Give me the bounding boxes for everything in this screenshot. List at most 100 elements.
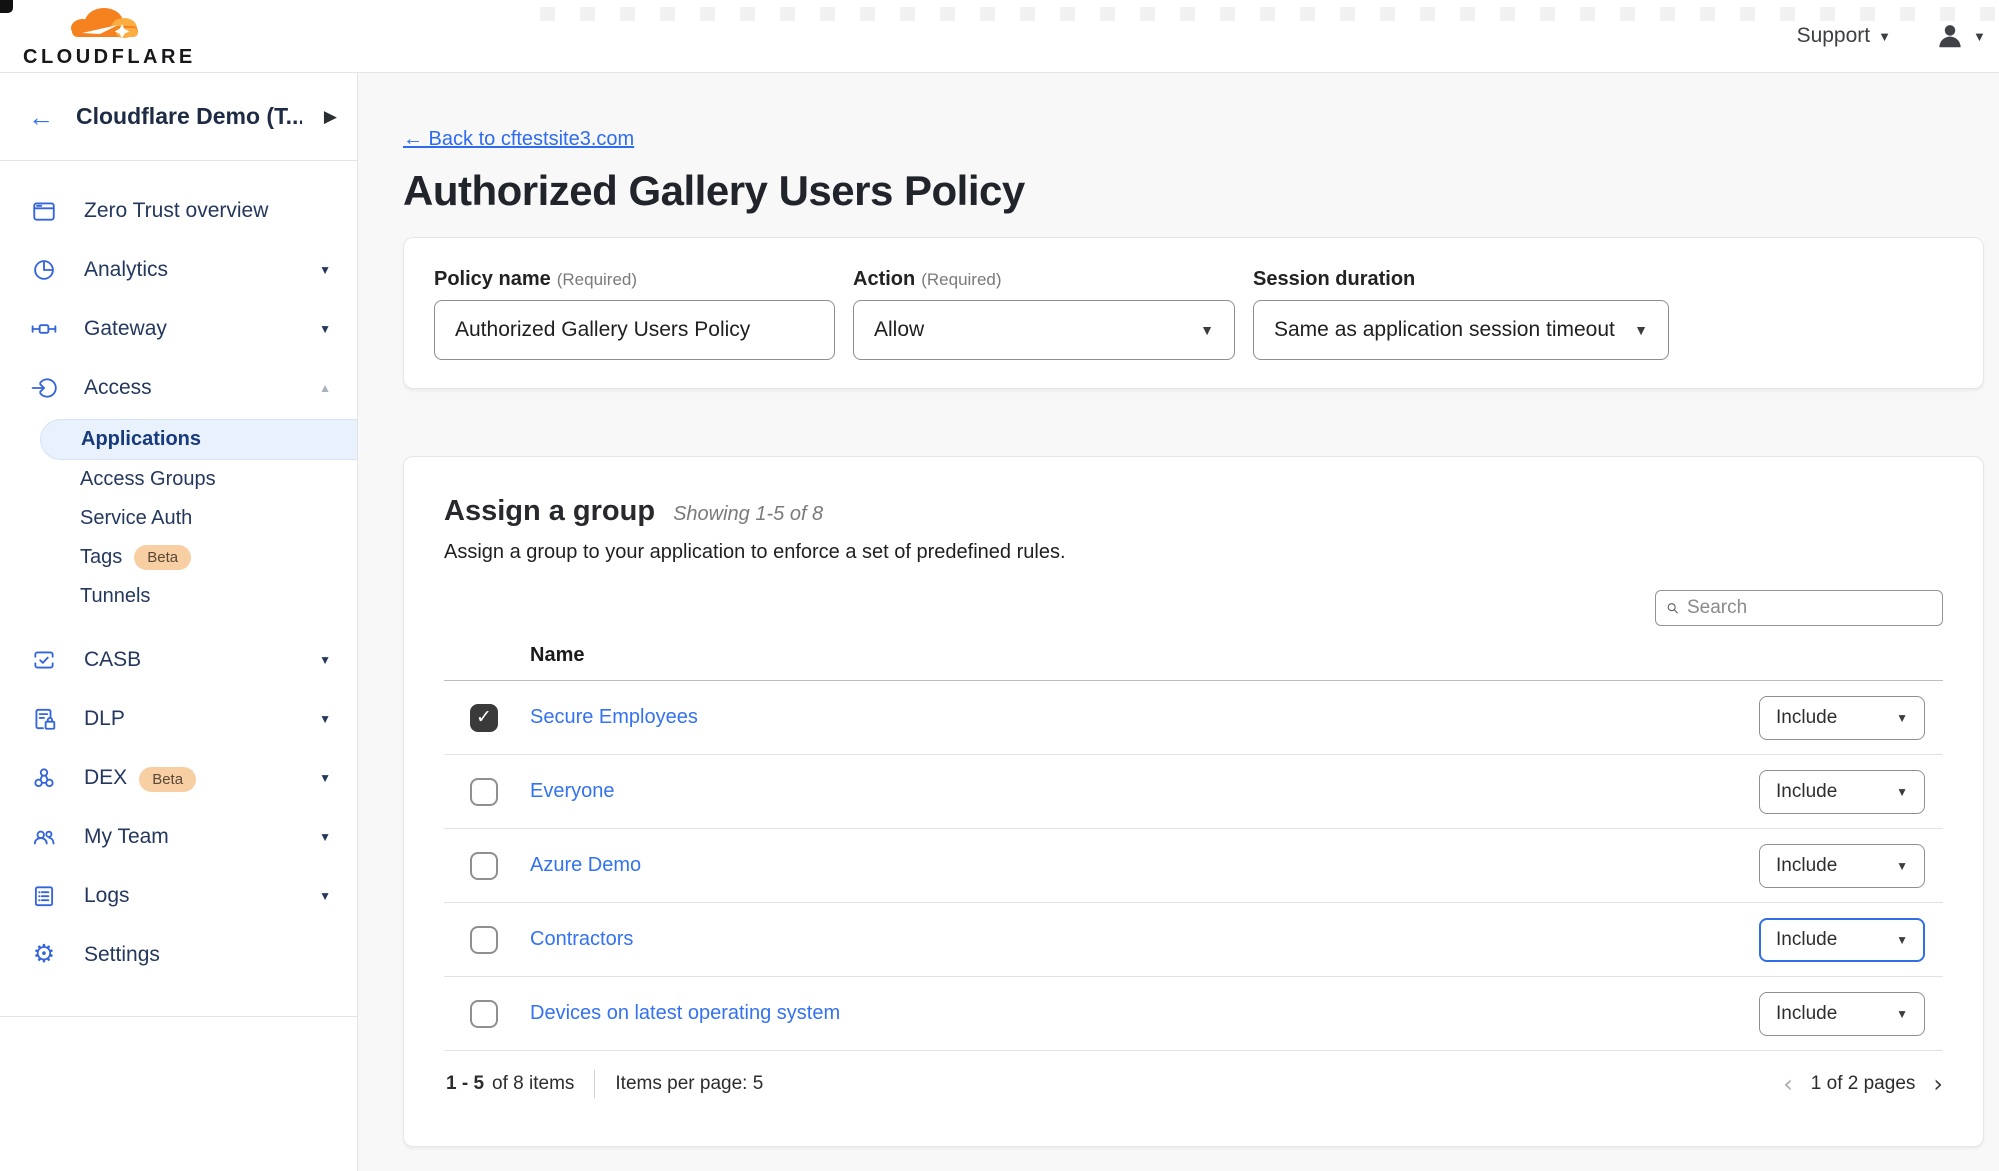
sidebar-item-my-team[interactable]: My Team ▼ <box>0 807 357 866</box>
sidebar: ← Cloudflare Demo (T... ▶ Zero Trust ove… <box>0 73 358 1171</box>
include-select-value: Include <box>1776 1003 1837 1025</box>
group-description: Assign a group to your application to en… <box>444 541 1943 564</box>
cloudflare-logo: CLOUDFLARE <box>23 5 196 67</box>
include-select[interactable]: Include ▼ <box>1759 918 1925 962</box>
chevron-down-icon: ▼ <box>319 653 331 667</box>
action-select-value: Allow <box>874 318 924 342</box>
sidebar-item-label: Tags <box>80 546 122 569</box>
row-checkbox[interactable]: ✓ <box>470 704 498 732</box>
session-duration-select[interactable]: Same as application session timeout ▼ <box>1253 300 1669 360</box>
chevron-down-icon: ▼ <box>1896 859 1908 873</box>
sidebar-item-access-groups[interactable]: Access Groups <box>0 460 357 499</box>
sidebar-item-dlp[interactable]: DLP ▼ <box>0 689 357 748</box>
sidebar-item-gateway[interactable]: Gateway ▼ <box>0 299 357 358</box>
action-select[interactable]: Allow ▼ <box>853 300 1235 360</box>
sidebar-item-label: CASB <box>84 648 293 672</box>
chevron-right-icon[interactable]: ▶ <box>324 107 337 127</box>
access-sub-menu: Applications Access Groups Service Auth … <box>0 419 357 616</box>
back-arrow-icon[interactable]: ← <box>28 104 54 130</box>
chevron-down-icon: ▼ <box>319 830 331 844</box>
table-row: ✓ Azure Demo Include ▼ <box>444 829 1943 903</box>
support-label: Support <box>1797 24 1871 48</box>
group-name-link[interactable]: Contractors <box>530 928 633 951</box>
analytics-pie-icon <box>30 256 58 284</box>
sidebar-item-tags[interactable]: Tags Beta <box>0 538 357 577</box>
policy-form-card: Policy name(Required) Action(Required) A… <box>403 237 1984 389</box>
chevron-down-icon: ▼ <box>1973 29 1986 44</box>
policy-name-label: Policy name(Required) <box>434 268 835 291</box>
include-select[interactable]: Include ▼ <box>1759 992 1925 1036</box>
include-select[interactable]: Include ▼ <box>1759 844 1925 888</box>
group-table-body: ✓ Secure Employees Include ▼ ✓ Everyone … <box>444 681 1943 1051</box>
check-icon: ✓ <box>476 706 492 729</box>
next-page-button[interactable]: › <box>1933 1072 1943 1096</box>
name-column-header: Name <box>444 644 1943 681</box>
sidebar-item-label: Zero Trust overview <box>84 199 331 223</box>
group-name-link[interactable]: Everyone <box>530 780 615 803</box>
session-select-value: Same as application session timeout <box>1274 318 1615 342</box>
sidebar-item-label: Access <box>84 376 293 400</box>
chevron-down-icon: ▼ <box>319 889 331 903</box>
items-per-page: Items per page: 5 <box>615 1073 763 1095</box>
user-menu[interactable]: ▼ <box>1935 21 1993 51</box>
sidebar-item-settings[interactable]: ⚙ Settings <box>0 925 357 984</box>
sidebar-item-analytics[interactable]: Analytics ▼ <box>0 240 357 299</box>
item-range: 1 - 5 <box>446 1073 484 1095</box>
row-checkbox[interactable]: ✓ <box>470 926 498 954</box>
sidebar-item-label: My Team <box>84 825 293 849</box>
sidebar-item-label: Analytics <box>84 258 293 282</box>
sidebar-item-logs[interactable]: Logs ▼ <box>0 866 357 925</box>
sidebar-item-label: Applications <box>81 428 201 451</box>
sidebar-item-dex[interactable]: DEXBeta ▼ <box>0 748 357 807</box>
beta-badge: Beta <box>134 545 191 570</box>
search-icon <box>1666 598 1679 618</box>
policy-name-input[interactable] <box>434 300 835 360</box>
table-row: ✓ Contractors Include ▼ <box>444 903 1943 977</box>
search-input[interactable] <box>1687 597 1932 619</box>
table-row: ✓ Everyone Include ▼ <box>444 755 1943 829</box>
sidebar-item-tunnels[interactable]: Tunnels <box>0 577 357 616</box>
include-select[interactable]: Include ▼ <box>1759 696 1925 740</box>
chevron-up-icon: ▲ <box>319 381 331 395</box>
row-checkbox[interactable]: ✓ <box>470 778 498 806</box>
group-name-link[interactable]: Azure Demo <box>530 854 641 877</box>
sidebar-item-service-auth[interactable]: Service Auth <box>0 499 357 538</box>
row-checkbox[interactable]: ✓ <box>470 1000 498 1028</box>
overview-window-icon <box>30 197 58 225</box>
beta-badge: Beta <box>139 767 196 792</box>
sidebar-item-access[interactable]: Access ▲ <box>0 358 357 417</box>
access-login-icon <box>30 374 58 402</box>
chevron-down-icon: ▼ <box>319 712 331 726</box>
group-name-link[interactable]: Secure Employees <box>530 706 698 729</box>
chevron-down-icon: ▼ <box>319 771 331 785</box>
item-total: of 8 items <box>492 1073 574 1095</box>
chevron-down-icon: ▼ <box>1896 933 1908 947</box>
back-link[interactable]: ← Back to cftestsite3.com <box>403 128 634 151</box>
sidebar-item-label: DEXBeta <box>84 766 293 790</box>
chevron-down-icon: ▼ <box>1634 322 1648 338</box>
sidebar-account-header: ← Cloudflare Demo (T... ▶ <box>0 73 357 161</box>
sidebar-item-zero-trust-overview[interactable]: Zero Trust overview <box>0 181 357 240</box>
sidebar-item-label: Settings <box>84 943 331 967</box>
group-name-link[interactable]: Devices on latest operating system <box>530 1002 840 1025</box>
cloudflare-wordmark: CLOUDFLARE <box>23 47 196 67</box>
sidebar-item-label: DLP <box>84 707 293 731</box>
include-select[interactable]: Include ▼ <box>1759 770 1925 814</box>
row-checkbox[interactable]: ✓ <box>470 852 498 880</box>
previous-page-button[interactable]: ‹ <box>1783 1072 1793 1096</box>
group-search-box <box>1655 590 1943 626</box>
include-select-value: Include <box>1776 781 1837 803</box>
sidebar-item-label: Gateway <box>84 317 293 341</box>
group-table: Name ✓ Secure Employees Include ▼ ✓ Ever… <box>444 644 1943 1051</box>
support-menu[interactable]: Support ▼ <box>1797 24 1891 48</box>
sidebar-item-applications[interactable]: Applications <box>40 419 357 460</box>
chevron-down-icon: ▼ <box>1896 1007 1908 1021</box>
session-duration-field-group: Session duration Same as application ses… <box>1253 268 1669 360</box>
chevron-down-icon: ▼ <box>1896 711 1908 725</box>
required-hint: (Required) <box>557 270 637 289</box>
assign-group-card: Assign a group Showing 1-5 of 8 Assign a… <box>403 456 1984 1147</box>
group-showing-count: Showing 1-5 of 8 <box>673 503 823 526</box>
account-name[interactable]: Cloudflare Demo (T... <box>76 103 302 130</box>
table-row: ✓ Devices on latest operating system Inc… <box>444 977 1943 1051</box>
sidebar-item-casb[interactable]: CASB ▼ <box>0 630 357 689</box>
